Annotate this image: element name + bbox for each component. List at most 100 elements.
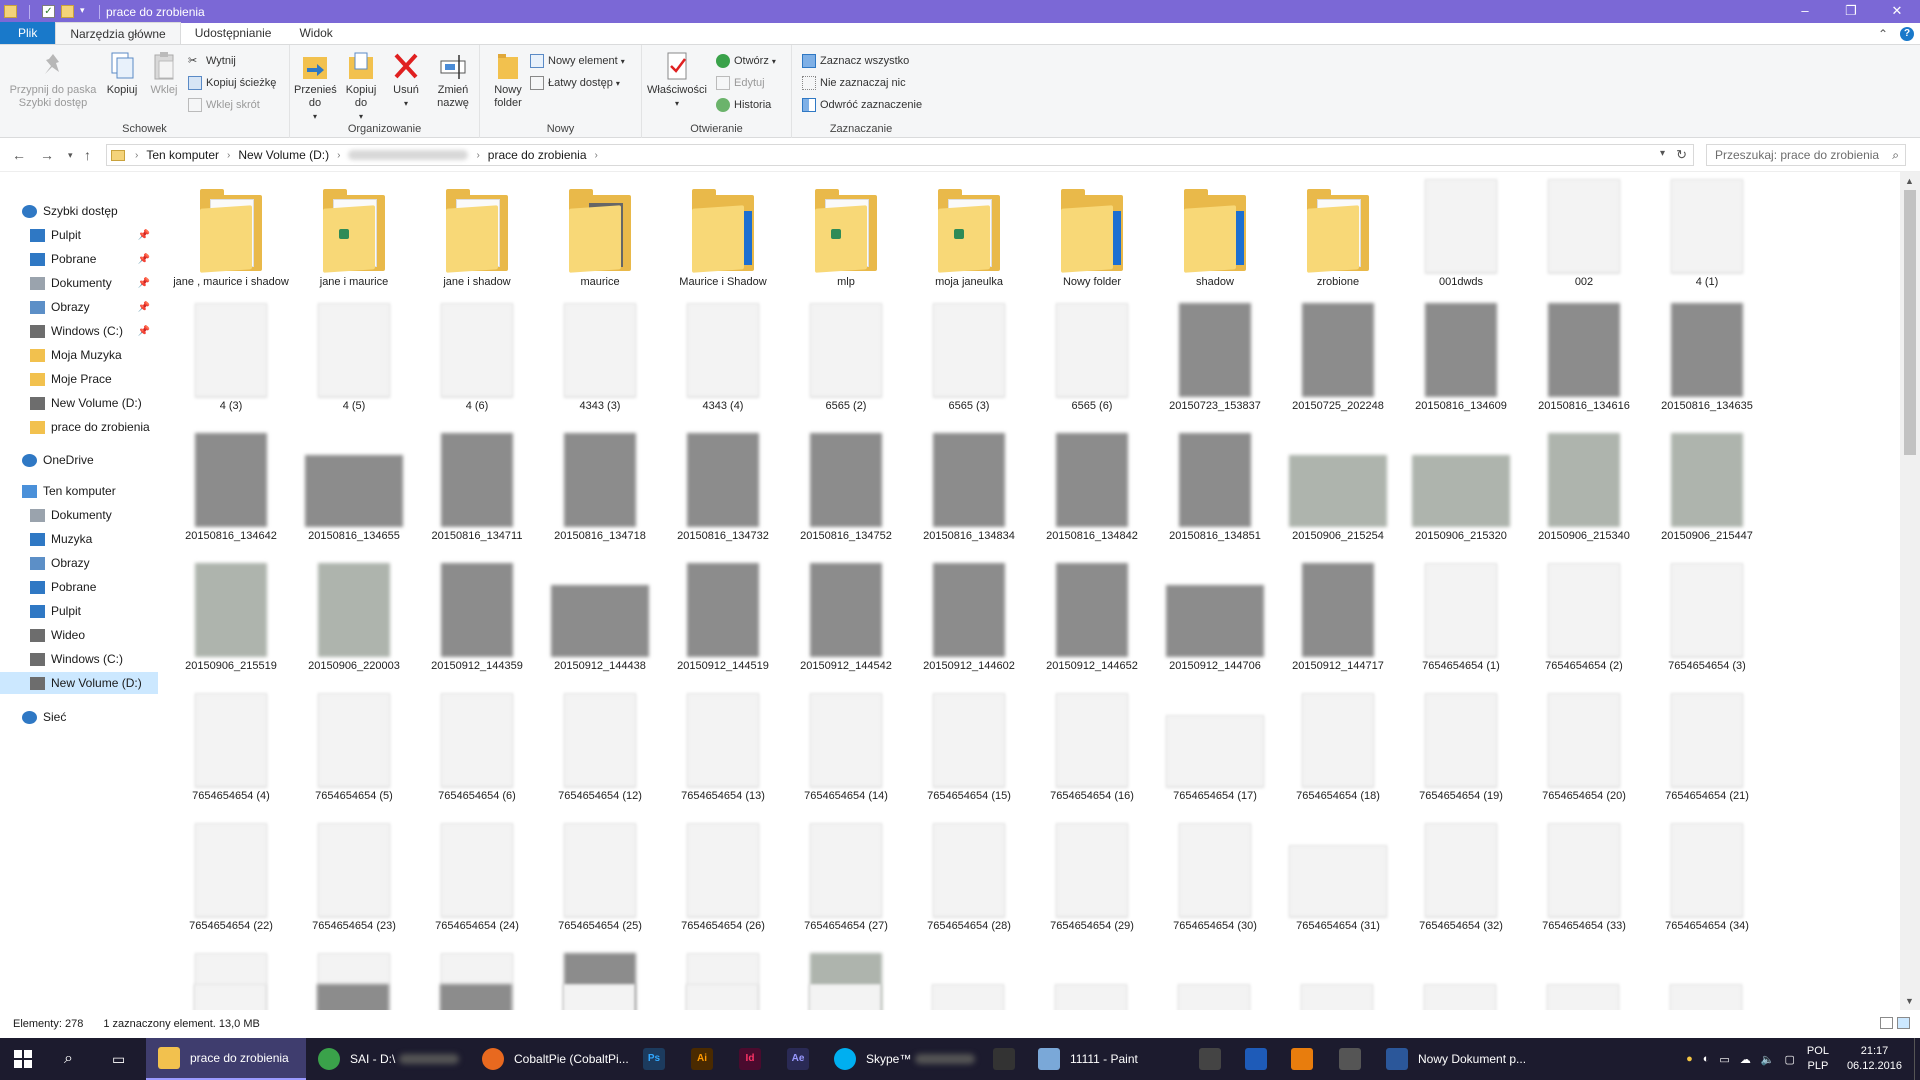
file-item[interactable]: 20150912_144717 xyxy=(1279,562,1397,692)
file-item[interactable]: 20150906_215320 xyxy=(1402,432,1520,562)
file-item[interactable]: 20150912_144602 xyxy=(910,562,1028,692)
file-item[interactable]: 20150912_144519 xyxy=(664,562,782,692)
file-item[interactable]: 6565 (2) xyxy=(787,302,905,432)
file-item[interactable]: 7654654654 (30) xyxy=(1156,822,1274,952)
file-item[interactable]: 001dwds xyxy=(1402,178,1520,308)
tray-app-icon[interactable]: ● xyxy=(1686,1053,1693,1065)
sidebar-item[interactable]: Dokumenty xyxy=(0,504,158,526)
chevron-right-icon[interactable]: › xyxy=(595,150,598,161)
sidebar-item[interactable]: Dokumenty 📌 xyxy=(0,272,158,294)
sidebar-item[interactable]: New Volume (D:) xyxy=(0,392,158,414)
delete-button[interactable]: Usuń ▾ xyxy=(386,51,426,110)
taskbar-item[interactable]: Skype™ xyxy=(822,1038,980,1080)
file-item[interactable]: 7654654654 (23) xyxy=(295,822,413,952)
taskbar-item[interactable]: Nowy Dokument p... xyxy=(1374,1038,1534,1080)
onedrive-tray-icon[interactable]: ☁ xyxy=(1740,1053,1751,1066)
taskbar-item[interactable]: Ae xyxy=(774,1038,822,1080)
file-item[interactable]: 4 (5) xyxy=(295,302,413,432)
details-view-icon[interactable] xyxy=(1880,1017,1893,1029)
sidebar-item[interactable]: Obrazy 📌 xyxy=(0,296,158,318)
taskbar-item[interactable]: Ai xyxy=(678,1038,726,1080)
breadcrumb-new-volume[interactable]: New Volume (D:) xyxy=(238,148,329,162)
paste-button[interactable]: Wklej xyxy=(146,51,182,97)
file-item[interactable]: 7654654654 (4) xyxy=(172,692,290,822)
tray-app-icon[interactable]: ◐ xyxy=(1703,1053,1710,1065)
taskbar-item[interactable] xyxy=(1186,1038,1232,1080)
file-item[interactable]: 7654654654 (25) xyxy=(541,822,659,952)
volume-icon[interactable]: 🔈 xyxy=(1761,1053,1775,1066)
history-button[interactable]: Historia xyxy=(716,95,771,115)
file-item[interactable]: 7654654654 (21) xyxy=(1648,692,1766,822)
taskbar-item[interactable] xyxy=(1232,1038,1278,1080)
language-indicator[interactable]: POL PLP xyxy=(1807,1044,1829,1074)
folder-item[interactable]: Ps Nowy folder xyxy=(1033,178,1151,308)
file-item[interactable]: 7654654654 (5) xyxy=(295,692,413,822)
task-view-icon[interactable]: ▭ xyxy=(98,1038,146,1080)
sidebar-item[interactable]: Obrazy xyxy=(0,552,158,574)
chevron-right-icon[interactable]: › xyxy=(135,150,138,161)
collapse-ribbon-icon[interactable]: ⌃ xyxy=(1878,27,1888,41)
file-item[interactable]: 20150725_202248 xyxy=(1279,302,1397,432)
file-item[interactable]: 20150816_134842 xyxy=(1033,432,1151,562)
file-item[interactable]: 7654654654 (27) xyxy=(787,822,905,952)
file-item[interactable]: 7654654654 (3) xyxy=(1648,562,1766,692)
taskbar-item[interactable] xyxy=(1278,1038,1326,1080)
address-bar[interactable]: › Ten komputer › New Volume (D:) › › pra… xyxy=(106,144,1694,166)
chevron-down-icon[interactable]: ▾ xyxy=(1660,148,1665,159)
recent-locations-icon[interactable]: ▾ xyxy=(68,150,73,161)
sidebar-item[interactable]: Ten komputer xyxy=(0,480,158,502)
network-icon[interactable]: ▭ xyxy=(1719,1053,1729,1066)
file-item[interactable]: 20150816_134711 xyxy=(418,432,536,562)
file-item[interactable]: 4343 (3) xyxy=(541,302,659,432)
file-item[interactable]: 20150816_134851 xyxy=(1156,432,1274,562)
sidebar-item[interactable]: Muzyka xyxy=(0,528,158,550)
taskbar-item[interactable]: Id xyxy=(726,1038,774,1080)
file-item[interactable]: 7654654654 (16) xyxy=(1033,692,1151,822)
paste-shortcut-button[interactable]: Wklej skrót xyxy=(188,95,260,115)
chevron-right-icon[interactable]: › xyxy=(337,150,340,161)
file-item[interactable]: 20150912_144706 xyxy=(1156,562,1274,692)
file-item[interactable]: 20150912_144359 xyxy=(418,562,536,692)
sidebar-item[interactable]: Pobrane 📌 xyxy=(0,248,158,270)
file-item[interactable]: 7654654654 (1) xyxy=(1402,562,1520,692)
folder-item[interactable]: jane i shadow xyxy=(418,178,536,308)
file-item[interactable]: 4 (1) xyxy=(1648,178,1766,308)
file-item[interactable]: 7654654654 (20) xyxy=(1525,692,1643,822)
folder-item[interactable]: moja janeulka xyxy=(910,178,1028,308)
file-item[interactable]: 20150912_144542 xyxy=(787,562,905,692)
folder-item[interactable]: mlp xyxy=(787,178,905,308)
folder-item[interactable]: Ps shadow xyxy=(1156,178,1274,308)
taskbar-item[interactable]: 11111 - Paint xyxy=(1026,1038,1186,1080)
file-item[interactable]: 7654654654 (15) xyxy=(910,692,1028,822)
file-item[interactable]: 7654654654 (17) xyxy=(1156,692,1274,822)
large-icons-view-icon[interactable] xyxy=(1897,1017,1910,1029)
tab-file[interactable]: Plik xyxy=(0,22,56,44)
select-all-button[interactable]: Zaznacz wszystko xyxy=(802,51,909,71)
pin-quick-access-button[interactable]: Przypnij do paska Szybki dostęp xyxy=(6,51,100,110)
invert-selection-button[interactable]: Odwróć zaznaczenie xyxy=(802,95,922,115)
action-center-icon[interactable]: ▢ xyxy=(1785,1053,1795,1066)
maximize-button[interactable]: ❐ xyxy=(1828,0,1874,23)
folder-item[interactable]: maurice xyxy=(541,178,659,308)
tab-share[interactable]: Udostępnianie xyxy=(181,22,286,44)
sidebar-item[interactable]: prace do zrobienia xyxy=(0,416,158,438)
help-icon[interactable]: ? xyxy=(1900,27,1914,41)
file-item[interactable]: 20150816_134642 xyxy=(172,432,290,562)
new-item-button[interactable]: Nowy element ▾ xyxy=(530,51,625,71)
file-item[interactable]: 7654654654 (29) xyxy=(1033,822,1151,952)
sidebar-item[interactable]: OneDrive xyxy=(0,449,158,471)
taskbar-item[interactable] xyxy=(980,1038,1026,1080)
file-item[interactable]: 20150912_144438 xyxy=(541,562,659,692)
folder-item[interactable]: zrobione xyxy=(1279,178,1397,308)
edit-button[interactable]: Edytuj xyxy=(716,73,765,93)
file-item[interactable]: 20150816_134752 xyxy=(787,432,905,562)
file-item[interactable]: 20150816_134732 xyxy=(664,432,782,562)
forward-arrow-icon[interactable]: → xyxy=(40,147,54,163)
open-button[interactable]: Otwórz ▾ xyxy=(716,51,776,71)
tab-home[interactable]: Narzędzia główne xyxy=(55,22,181,44)
file-item[interactable]: 20150816_134718 xyxy=(541,432,659,562)
file-item[interactable]: 7654654654 (28) xyxy=(910,822,1028,952)
tab-view[interactable]: Widok xyxy=(285,22,346,44)
show-desktop-button[interactable] xyxy=(1914,1038,1920,1080)
file-item[interactable]: 20150906_220003 xyxy=(295,562,413,692)
